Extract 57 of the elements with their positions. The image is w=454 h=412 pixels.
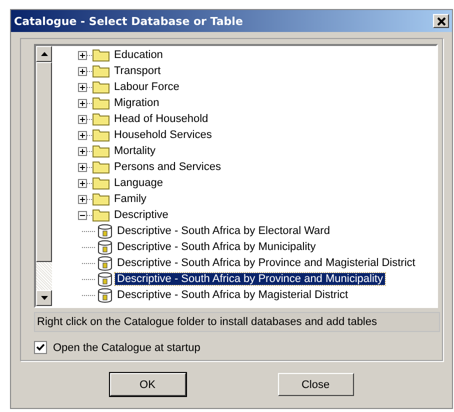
- tree-item[interactable]: Descriptive - South Africa by Municipality: [115, 241, 318, 253]
- folder-icon: [92, 80, 110, 94]
- tree-item[interactable]: Household Services: [112, 129, 214, 141]
- database-icon: [97, 272, 113, 286]
- scroll-down-button[interactable]: [36, 290, 52, 306]
- window-title: Catalogue - Select Database or Table: [14, 14, 243, 28]
- tree-item[interactable]: Education: [112, 49, 165, 61]
- folder-icon: [92, 192, 110, 206]
- tree-item[interactable]: Head of Household: [112, 113, 210, 125]
- tree-item[interactable]: Descriptive - South Africa by Magisterial District: [115, 289, 350, 301]
- expand-icon[interactable]: [78, 178, 87, 188]
- expand-icon[interactable]: [78, 82, 87, 92]
- tree-item[interactable]: Descriptive - South Africa by Electoral Ward: [115, 225, 332, 237]
- expand-icon[interactable]: [78, 194, 87, 204]
- folder-icon: [92, 112, 110, 126]
- tree-item[interactable]: Transport: [112, 65, 163, 77]
- up-arrow-icon: [40, 52, 48, 56]
- folder-icon: [92, 128, 110, 142]
- database-icon: [97, 224, 113, 238]
- expand-icon[interactable]: [78, 114, 87, 124]
- expand-icon[interactable]: [78, 146, 87, 156]
- folder-icon: [92, 208, 110, 222]
- expand-icon[interactable]: [78, 98, 87, 108]
- tree-item[interactable]: Labour Force: [112, 81, 182, 93]
- folder-icon: [92, 160, 110, 174]
- tree-item[interactable]: Descriptive - South Africa by Province and Magisterial District: [115, 257, 418, 269]
- checkbox-label: Open the Catalogue at startup: [53, 342, 200, 354]
- dialog-button[interactable]: Close: [278, 373, 354, 396]
- tree-item[interactable]: Family: [112, 193, 148, 205]
- scrollbar[interactable]: [36, 46, 52, 306]
- database-icon: [97, 288, 113, 302]
- close-button[interactable]: [433, 14, 449, 28]
- folder-icon: [92, 48, 110, 62]
- folder-icon: [92, 96, 110, 110]
- folder-icon: [92, 176, 110, 190]
- checkbox[interactable]: [34, 341, 47, 354]
- scroll-up-button[interactable]: [36, 46, 52, 62]
- folder-icon: [92, 144, 110, 158]
- database-icon: [97, 240, 113, 254]
- status-text: Right click on the Catalogue folder to install databases and add tables: [34, 312, 440, 332]
- tree-item[interactable]: Mortality: [112, 145, 158, 157]
- database-icon: [97, 256, 113, 270]
- down-arrow-icon: [40, 296, 48, 300]
- dialog-button[interactable]: OK: [110, 373, 186, 396]
- close-icon: [436, 16, 446, 26]
- expand-icon[interactable]: [78, 66, 87, 76]
- scroll-thumb[interactable]: [36, 62, 52, 262]
- tree-item[interactable]: Persons and Services: [112, 161, 223, 173]
- collapse-icon[interactable]: [78, 210, 87, 220]
- tree-item[interactable]: Descriptive - South Africa by Province and Municipality: [115, 273, 385, 285]
- expand-icon[interactable]: [78, 162, 87, 172]
- tree-item[interactable]: Migration: [112, 97, 162, 109]
- tree-item[interactable]: Descriptive: [112, 209, 170, 221]
- expand-icon[interactable]: [78, 50, 87, 60]
- folder-icon: [92, 64, 110, 78]
- expand-icon[interactable]: [78, 130, 87, 140]
- tree-item[interactable]: Language: [112, 177, 165, 189]
